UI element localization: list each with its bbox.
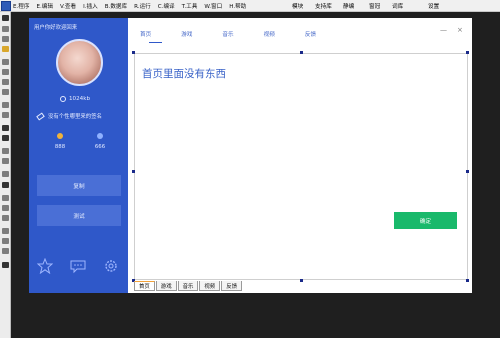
signature-text: 没有个性哪里来的签名 — [48, 114, 102, 120]
signature-line[interactable]: 没有个性哪里来的签名 — [36, 111, 102, 121]
star-icon[interactable] — [37, 258, 53, 274]
tab-home[interactable]: 首页 — [140, 30, 151, 40]
confirm-button[interactable]: 确定 — [394, 212, 457, 229]
tag-icon — [36, 111, 45, 121]
resize-handle[interactable] — [300, 279, 303, 282]
tab-music[interactable]: 音乐 — [222, 30, 233, 40]
label-tool-icon[interactable] — [2, 26, 9, 32]
component-toolbar — [0, 12, 11, 338]
menu-help[interactable]: H.帮助 — [229, 2, 246, 10]
storage-info: 1024kb — [60, 96, 90, 102]
resize-handle[interactable] — [466, 51, 469, 54]
menu-module[interactable]: 模块 — [292, 2, 303, 10]
tab-video[interactable]: 视频 — [264, 30, 275, 40]
test-button[interactable]: 测试 — [37, 205, 121, 226]
link-tool-icon[interactable] — [2, 248, 9, 254]
checkbox-tool-icon[interactable] — [2, 69, 9, 75]
gear-icon[interactable] — [103, 258, 119, 274]
avatar[interactable] — [56, 39, 103, 86]
tab-tool-icon[interactable] — [2, 135, 9, 141]
tab-feedback[interactable]: 反馈 — [305, 30, 316, 40]
content-panel — [134, 53, 468, 280]
grid-tool-icon[interactable] — [2, 158, 9, 164]
resize-handle[interactable] — [132, 51, 135, 54]
resize-handle[interactable] — [466, 170, 469, 173]
menu-tool-icon[interactable] — [2, 238, 9, 244]
menu-program[interactable]: E.程序 — [13, 2, 30, 10]
minimize-icon[interactable]: — — [440, 26, 447, 34]
menu-window[interactable]: W.窗口 — [204, 2, 222, 10]
menu-compile[interactable]: C.编译 — [158, 2, 175, 10]
menu-support-lib[interactable]: 支持库 — [315, 2, 332, 10]
main-tabs: 首页 游戏 音乐 视频 反馈 — [140, 30, 346, 40]
close-icon[interactable]: × — [457, 26, 463, 34]
storage-value: 1024kb — [69, 96, 91, 102]
copy-button[interactable]: 复制 — [37, 175, 121, 196]
panel-tool-icon[interactable] — [2, 125, 9, 131]
welcome-title: 用户你好欢迎回来 — [34, 25, 78, 31]
edit-tool-icon[interactable] — [2, 59, 9, 65]
app-logo-icon — [1, 0, 11, 11]
combo-tool-icon[interactable] — [2, 89, 9, 95]
timer-tool-icon[interactable] — [2, 148, 9, 154]
menu-window-crown[interactable]: 窗冠 — [369, 2, 380, 10]
menu-lexicon[interactable]: 词库 — [392, 2, 403, 10]
stat-likes: 666 — [90, 133, 110, 150]
list-tool-icon[interactable] — [2, 102, 9, 108]
bottom-tab-games[interactable]: 游戏 — [155, 281, 177, 291]
shape-tool-icon[interactable] — [2, 182, 9, 188]
button-tool-icon[interactable] — [2, 36, 9, 42]
bottom-tab-music[interactable]: 音乐 — [177, 281, 199, 291]
scroll-tool-icon[interactable] — [2, 112, 9, 118]
empty-message: 首页里面没有东西 — [142, 68, 226, 80]
menu-edit[interactable]: E.编辑 — [37, 2, 54, 10]
tree-tool-icon[interactable] — [2, 215, 9, 221]
menu-static-compile[interactable]: 静编 — [343, 2, 354, 10]
progress-tool-icon[interactable] — [2, 195, 9, 201]
menu-insert[interactable]: I.插入 — [83, 2, 98, 10]
stat-likes-value: 666 — [94, 144, 106, 150]
menu-run[interactable]: R.运行 — [134, 2, 151, 10]
chat-icon[interactable] — [70, 258, 86, 274]
slider-tool-icon[interactable] — [2, 171, 9, 177]
date-tool-icon[interactable] — [2, 205, 9, 211]
resize-handle[interactable] — [466, 279, 469, 282]
bug-tool-icon[interactable] — [2, 262, 9, 268]
status-tool-icon[interactable] — [2, 228, 9, 234]
active-tab-indicator — [149, 42, 162, 43]
diamond-icon — [57, 133, 63, 139]
menu-settings[interactable]: 设置 — [428, 2, 439, 10]
tab-games[interactable]: 游戏 — [181, 30, 192, 40]
resize-handle[interactable] — [300, 51, 303, 54]
pointer-tool-icon[interactable] — [2, 15, 9, 21]
resize-handle[interactable] — [132, 170, 135, 173]
stat-coins-value: 888 — [54, 144, 66, 150]
bottom-tab-feedback[interactable]: 反馈 — [221, 281, 242, 291]
menu-database[interactable]: B.数据库 — [105, 2, 127, 10]
image-tool-icon[interactable] — [2, 46, 9, 52]
menu-view[interactable]: V.查看 — [60, 2, 76, 10]
ide-menubar: E.程序 E.编辑 V.查看 I.插入 B.数据库 R.运行 C.编译 T.工具… — [0, 0, 500, 12]
bottom-tab-home[interactable]: 首页 — [134, 281, 155, 291]
bottom-tab-strip: 首页 游戏 音乐 视频 反馈 — [134, 281, 243, 291]
stat-coins: 888 — [50, 133, 70, 150]
shield-icon — [97, 133, 103, 139]
bottom-tab-video[interactable]: 视频 — [199, 281, 221, 291]
radio-tool-icon[interactable] — [2, 79, 9, 85]
user-icon — [60, 96, 66, 102]
window-controls: — × — [440, 26, 463, 34]
menu-tools[interactable]: T.工具 — [182, 2, 198, 10]
